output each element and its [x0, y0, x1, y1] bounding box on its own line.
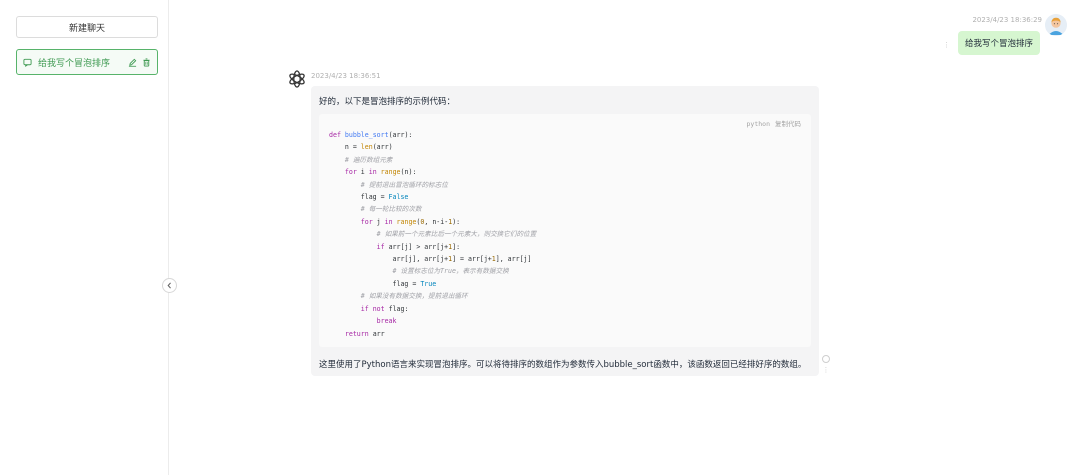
chat-item-label: 给我写个冒泡排序 — [38, 58, 111, 69]
sidebar: 新建聊天 给我写个冒泡排序 — [0, 0, 169, 475]
new-chat-button[interactable]: 新建聊天 — [16, 16, 158, 38]
code-line: arr[j], arr[j+1] = arr[j+1], arr[j] — [329, 255, 532, 264]
code-line: # 如果没有数据交换，提前退出循环 — [360, 292, 468, 301]
code-line: flag = True — [329, 279, 437, 288]
code-line: n = len(arr) — [329, 143, 393, 152]
delete-icon[interactable] — [142, 57, 151, 67]
code-block-header: python 复制代码 — [747, 118, 801, 128]
user-message-bubble: 给我写个冒泡排序 — [957, 31, 1040, 55]
new-chat-label: 新建聊天 — [68, 23, 105, 34]
code-line: return arr — [344, 329, 385, 338]
chat-area: 2023/4/23 18:36:29 给我写个冒泡排序 ⋮ 2023/4/23 … — [169, 0, 1080, 475]
user-message-more-icon[interactable]: ⋮ — [943, 41, 950, 49]
code-content: def bubble_sort(arr): n = len(arr) # 遍历数… — [329, 129, 536, 340]
edit-icon[interactable] — [128, 58, 137, 67]
assistant-message-bubble: 好的，以下是冒泡排序的示例代码： python 复制代码 def bubble_s… — [311, 86, 819, 376]
user-message-timestamp: 2023/4/23 18:36:29 — [972, 16, 1042, 24]
code-line: # 如果前一个元素比后一个元素大，则交换它们的位置 — [376, 230, 537, 239]
user-avatar — [1045, 14, 1067, 36]
assistant-intro-text: 好的，以下是冒泡排序的示例代码： — [319, 97, 456, 107]
code-language-label: python — [746, 120, 770, 128]
code-line: flag = False — [329, 193, 409, 202]
chat-bubble-icon — [23, 58, 32, 67]
assistant-message-more-icon[interactable]: ⋮ — [823, 366, 830, 374]
code-block: python 复制代码 def bubble_sort(arr): n = len… — [319, 114, 811, 347]
code-line: if arr[j] > arr[j+1]: — [376, 242, 461, 251]
loading-circle-icon — [822, 355, 830, 363]
user-message-text: 给我写个冒泡排序 — [964, 39, 1033, 49]
assistant-logo-icon — [286, 68, 308, 90]
code-line: if not flag: — [360, 304, 409, 313]
assistant-message-actions: ⋮ — [822, 355, 830, 374]
code-line: # 提前退出冒泡循环的标志位 — [360, 180, 448, 189]
copy-code-button[interactable]: 复制代码 — [775, 120, 801, 128]
chat-list-item[interactable]: 给我写个冒泡排序 — [16, 49, 158, 75]
code-line: for i in range(n): — [344, 168, 417, 177]
code-line: def bubble_sort(arr): — [329, 131, 413, 139]
code-line: # 每一轮比较的次数 — [360, 205, 422, 214]
assistant-summary-text: 这里使用了Python语言来实现冒泡排序。可以将待排序的数组作为参数传入bubb… — [319, 360, 807, 370]
code-line: # 设置标志位为True，表示有数据交换 — [392, 267, 509, 276]
code-line: break — [376, 317, 397, 326]
code-line: # 遍历数组元素 — [344, 155, 393, 164]
assistant-message-timestamp: 2023/4/23 18:36:51 — [311, 72, 381, 80]
code-line: for j in range(0, n-i-1): — [360, 217, 461, 226]
